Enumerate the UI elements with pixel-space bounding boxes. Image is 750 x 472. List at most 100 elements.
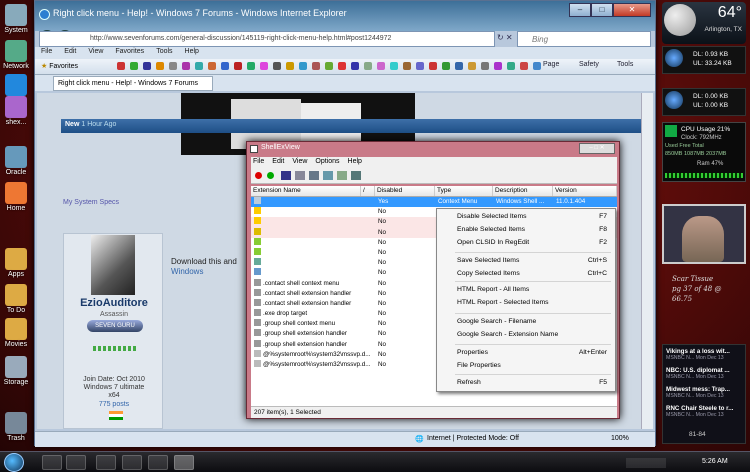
- copy-icon[interactable]: [295, 171, 305, 180]
- favorite-icon[interactable]: [195, 62, 203, 70]
- enable-icon[interactable]: [267, 172, 274, 179]
- context-item-3[interactable]: Save Selected Items Ctrl+S: [457, 257, 607, 264]
- favorite-icon[interactable]: [377, 62, 385, 70]
- column-header[interactable]: Disabled: [375, 186, 435, 196]
- find-icon[interactable]: [337, 171, 347, 180]
- refresh-icon[interactable]: ↻ ✕: [497, 33, 513, 42]
- shell-menu-view[interactable]: View: [292, 158, 307, 165]
- favorite-icon[interactable]: [312, 62, 320, 70]
- context-item-0[interactable]: Disable Selected Items F7: [457, 213, 607, 220]
- favorite-icon[interactable]: [273, 62, 281, 70]
- disable-icon[interactable]: [255, 172, 262, 179]
- favorite-icon[interactable]: [533, 62, 541, 70]
- desktop-icon-9[interactable]: Storage: [2, 356, 30, 386]
- favorite-icon[interactable]: [221, 62, 229, 70]
- desktop-icon-7[interactable]: To Do: [2, 284, 30, 314]
- ie-title-bar[interactable]: Right click menu - Help! - Windows 7 For…: [35, 1, 655, 31]
- news-item[interactable]: Midwest mess: Trap... MSNBC N... Mon Dec …: [666, 386, 744, 399]
- favorite-icon[interactable]: [130, 62, 138, 70]
- desktop-icon-1[interactable]: Network: [2, 40, 30, 70]
- save-icon[interactable]: [281, 171, 291, 180]
- favorite-icon[interactable]: [143, 62, 151, 70]
- favorite-icon[interactable]: [247, 62, 255, 70]
- column-header[interactable]: Extension Name: [251, 186, 361, 196]
- regedit-icon[interactable]: [351, 171, 361, 180]
- start-button[interactable]: [4, 453, 24, 472]
- desktop-icon-6[interactable]: Apps: [2, 248, 30, 278]
- context-item-4[interactable]: Copy Selected Items Ctrl+C: [457, 270, 607, 277]
- menu-help[interactable]: Help: [185, 48, 199, 55]
- favorite-icon[interactable]: [494, 62, 502, 70]
- desktop-icon-10[interactable]: Trash: [2, 412, 30, 442]
- desktop-icon-2[interactable]: [2, 74, 30, 97]
- minimize-button[interactable]: –: [569, 3, 591, 17]
- favorite-icon[interactable]: [481, 62, 489, 70]
- tab-active[interactable]: Right click menu - Help! - Windows 7 For…: [53, 76, 213, 91]
- menu-file[interactable]: File: [41, 48, 52, 55]
- favorite-icon[interactable]: [169, 62, 177, 70]
- window-buttons[interactable]: – □ ✕: [579, 143, 615, 154]
- tray-icons[interactable]: [626, 458, 666, 468]
- favorite-icon[interactable]: [299, 62, 307, 70]
- favorite-icon[interactable]: [403, 62, 411, 70]
- favorite-icon[interactable]: [260, 62, 268, 70]
- tools-menu[interactable]: Tools: [617, 61, 633, 68]
- favorite-icon[interactable]: [351, 62, 359, 70]
- search-input[interactable]: Bing: [517, 31, 651, 47]
- favorite-icon[interactable]: [286, 62, 294, 70]
- favorite-icon[interactable]: [208, 62, 216, 70]
- desktop-icon-0[interactable]: System: [2, 4, 30, 34]
- favorites-button[interactable]: Favorites: [49, 63, 78, 70]
- system-specs-link[interactable]: My System Specs: [63, 199, 119, 206]
- menu-view[interactable]: View: [88, 48, 103, 55]
- shell-menu-edit[interactable]: Edit: [272, 158, 284, 165]
- context-item-1[interactable]: Enable Selected Items F8: [457, 226, 607, 233]
- context-item-5[interactable]: HTML Report - All Items: [457, 286, 607, 293]
- news-item[interactable]: Vikings at a loss wit... MSNBC N... Mon D…: [666, 348, 744, 361]
- favorite-icon[interactable]: [364, 62, 372, 70]
- report-icon[interactable]: [323, 171, 333, 180]
- close-button[interactable]: ✕: [613, 3, 651, 17]
- table-row[interactable]: Yes Context Menu Windows Shell ... 11.0.1.4…: [251, 197, 617, 208]
- favorite-icon[interactable]: [182, 62, 190, 70]
- menu-edit[interactable]: Edit: [64, 48, 76, 55]
- news-item[interactable]: RNC Chair Steele to r... MSNBC N... Mon D…: [666, 405, 744, 418]
- favorite-icon[interactable]: [338, 62, 346, 70]
- favorite-icon[interactable]: [390, 62, 398, 70]
- favorite-icon[interactable]: [507, 62, 515, 70]
- context-item-2[interactable]: Open CLSID In RegEdit F2: [457, 239, 607, 246]
- context-item-6[interactable]: HTML Report - Selected Items: [457, 299, 607, 306]
- context-item-8[interactable]: Google Search - Extension Name: [457, 331, 607, 338]
- taskbar-explorer-icon[interactable]: [148, 455, 168, 470]
- favorite-icon[interactable]: [468, 62, 476, 70]
- desktop-icon-5[interactable]: Home: [2, 182, 30, 212]
- taskbar-ie-active[interactable]: [96, 455, 116, 470]
- favorite-icon[interactable]: [234, 62, 242, 70]
- context-item-11[interactable]: Refresh F5: [457, 379, 607, 386]
- column-header[interactable]: Description: [493, 186, 553, 196]
- post-count[interactable]: 775 posts: [75, 401, 153, 408]
- column-header[interactable]: Type: [435, 186, 493, 196]
- favorite-icon[interactable]: [117, 62, 125, 70]
- favorite-icon[interactable]: [156, 62, 164, 70]
- weather-gadget[interactable]: 64° Arlington, TX: [662, 2, 746, 44]
- favorite-icon[interactable]: [455, 62, 463, 70]
- shellexview-title-bar[interactable]: ShellExView – □ ✕: [247, 142, 619, 156]
- context-item-7[interactable]: Google Search - Filename: [457, 318, 607, 325]
- desktop-icon-3[interactable]: shex...: [2, 96, 30, 126]
- page-scrollbar[interactable]: [641, 93, 653, 429]
- column-header[interactable]: Version: [553, 186, 617, 196]
- zoom-level[interactable]: 100%: [611, 435, 629, 442]
- taskbar-folder-icon[interactable]: [122, 455, 142, 470]
- context-item-10[interactable]: File Properties: [457, 362, 607, 369]
- taskbar-shellexview-icon[interactable]: [174, 455, 194, 470]
- favorite-icon[interactable]: [429, 62, 437, 70]
- news-pager[interactable]: 81-84: [689, 431, 706, 438]
- clock[interactable]: 5:26 AM: [702, 458, 728, 465]
- notes-gadget[interactable]: Scar Tissue pg 37 of 48 @ 66.75: [662, 270, 746, 320]
- maximize-button[interactable]: □: [591, 3, 613, 17]
- taskbar-ie-icon[interactable]: [42, 455, 62, 470]
- desktop-icon-8[interactable]: Movies: [2, 318, 30, 348]
- properties-icon[interactable]: [309, 171, 319, 180]
- post-link[interactable]: Windows: [171, 267, 203, 276]
